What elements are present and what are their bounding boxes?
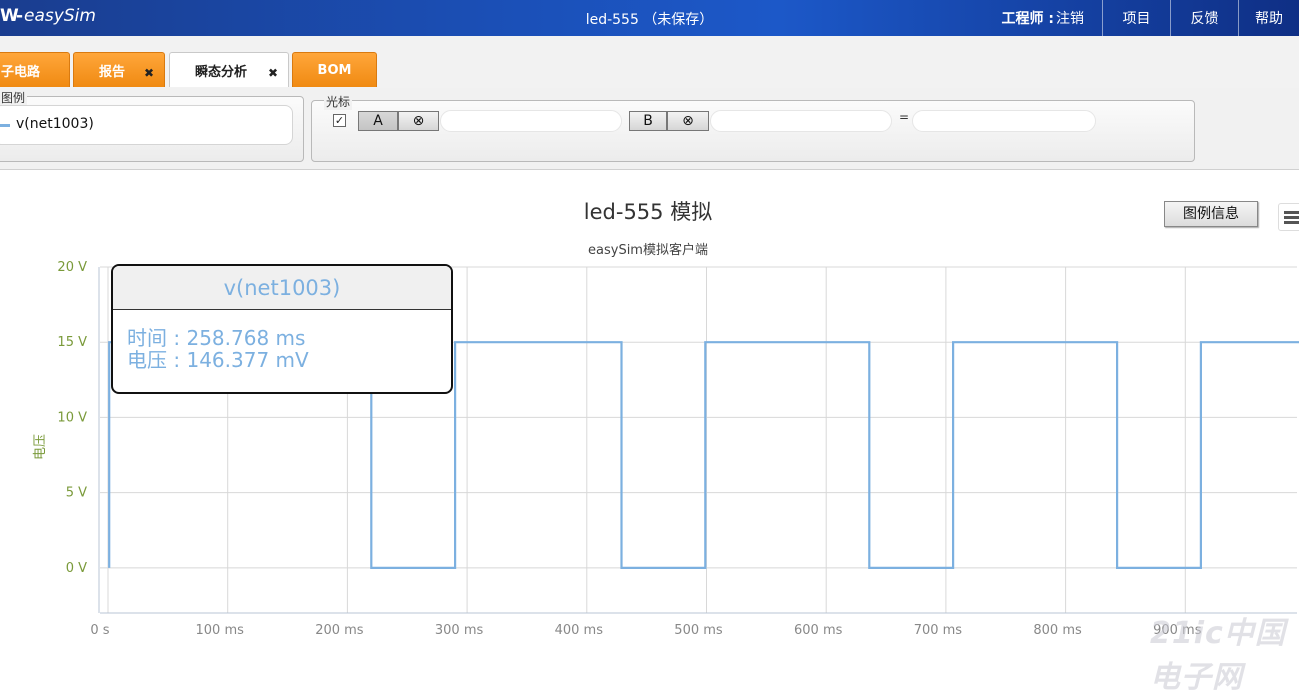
user-label: 工程师 : [1001, 11, 1054, 27]
site-watermark: 21ic中国电子网 [1150, 616, 1286, 695]
nav-feedback[interactable]: 反馈 [1171, 0, 1239, 36]
legend-fieldset: 图例 v(net1003) [0, 89, 304, 162]
tab-report-close-icon[interactable]: ✖ [144, 66, 154, 80]
tooltip-voltage-row: 电压 : 146.377 mV [127, 344, 309, 373]
tab-report[interactable]: 报告 ✖ [73, 52, 165, 87]
waveform-chart: led-555 模拟 easySim模拟客户端 0 V 5 V 10 V 15 V 20 V… [33, 200, 1299, 638]
tab-bom[interactable]: BOM [292, 52, 377, 87]
tooltip-voltage-value: 146.377 mV [186, 348, 309, 372]
logout-link[interactable]: 注销 [1056, 8, 1084, 28]
user-area: 工程师 : 注销 [984, 0, 1103, 36]
y-axis-label: 电压 [33, 434, 48, 460]
tab-transient-analysis[interactable]: 瞬态分析 ✖ [169, 52, 289, 87]
top-nav: 工程师 : 注销 项目 反馈 帮助 [984, 0, 1299, 36]
x-tick-label: 600 ms [794, 623, 843, 638]
tab-subcircuit-label: 子电路 [1, 64, 41, 80]
y-tick-label: 5 V [66, 486, 87, 501]
legend-fieldset-title: 图例 [0, 89, 28, 106]
cursor-a-button[interactable]: A [358, 111, 398, 131]
chart-subtitle: easySim模拟客户端 [588, 242, 708, 258]
y-tick-label: 0 V [66, 561, 87, 576]
cursor-fieldset-title: 光标 [324, 93, 353, 110]
cursor-a-value-field[interactable] [440, 110, 622, 132]
tab-bom-label: BOM [317, 62, 352, 78]
tab-transient-label: 瞬态分析 [194, 64, 247, 80]
x-tick-label: 0 s [90, 623, 109, 638]
cursor-enable-checkbox[interactable]: ✓ [333, 114, 346, 127]
y-tick-label: 10 V [57, 410, 87, 425]
cursor-b-value-field[interactable] [710, 110, 892, 132]
legend-series-label: v(net1003) [16, 116, 94, 132]
logo-text: easySim [24, 6, 96, 26]
tooltip-voltage-label: 电压 : [127, 348, 181, 372]
nav-projects[interactable]: 项目 [1103, 0, 1171, 36]
analysis-toolbar: 图例 v(net1003) 光标 ✓ A ⊗ B ⊗ = [0, 88, 1299, 170]
x-tick-label: 400 ms [555, 623, 604, 638]
nav-help[interactable]: 帮助 [1239, 0, 1299, 36]
x-tick-label: 200 ms [315, 623, 364, 638]
x-tick-label: 700 ms [914, 623, 963, 638]
tooltip-title: v(net1003) [113, 266, 451, 310]
cursor-b-clear-icon[interactable]: ⊗ [667, 111, 709, 131]
app-logo[interactable]: W-easySim [0, 6, 96, 30]
chart-area: led-555 模拟 easySim模拟客户端 0 V 5 V 10 V 15 V 20 V… [0, 170, 1299, 656]
tab-bar: 子电路 报告 ✖ 瞬态分析 ✖ BOM [0, 36, 1299, 88]
data-tooltip: v(net1003) 时间 : 258.768 ms 电压 : 146.377 … [111, 264, 453, 394]
x-tick-label: 300 ms [435, 623, 484, 638]
tab-transient-close-icon[interactable]: ✖ [268, 66, 278, 80]
cursor-fieldset: 光标 ✓ A ⊗ B ⊗ = [311, 93, 1195, 162]
document-title: led-555 （未保存） [585, 12, 714, 28]
legend-entry-box[interactable]: v(net1003) [0, 105, 293, 145]
x-tick-label: 800 ms [1033, 623, 1082, 638]
cursor-delta-field[interactable] [912, 110, 1096, 132]
cursor-a-clear-icon[interactable]: ⊗ [398, 111, 439, 131]
cursor-b-button[interactable]: B [629, 111, 667, 131]
logo-mark: W- [0, 6, 23, 26]
chart-title: led-555 模拟 [584, 200, 712, 224]
cursor-equals-sign: = [899, 110, 910, 124]
x-tick-label: 100 ms [196, 623, 245, 638]
tab-subcircuit[interactable]: 子电路 [0, 52, 70, 87]
chart-menu-icon[interactable] [1278, 203, 1299, 231]
y-tick-label: 15 V [57, 335, 87, 350]
tab-report-label: 报告 [98, 64, 125, 80]
x-tick-label: 500 ms [674, 623, 723, 638]
app-header: W-easySim led-555 （未保存） 工程师 : 注销 项目 反馈 帮… [0, 0, 1299, 36]
legend-info-button[interactable]: 图例信息 [1164, 201, 1258, 227]
legend-series-swatch [0, 124, 10, 127]
y-tick-label: 20 V [57, 260, 87, 275]
